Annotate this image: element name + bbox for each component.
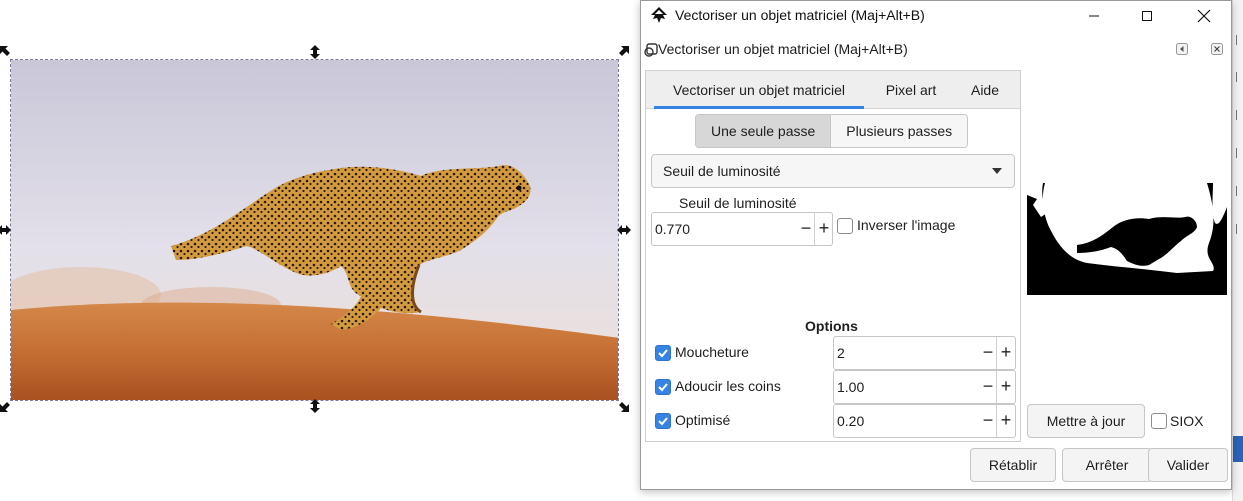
document-canvas[interactable]: [0, 0, 640, 501]
speckles-label: Moucheture: [675, 344, 749, 360]
threshold-decrement-button[interactable]: −: [798, 213, 814, 245]
resize-handle-bottom-left[interactable]: [0, 401, 11, 413]
close-button[interactable]: [1181, 1, 1227, 31]
speckles-checkbox[interactable]: [655, 345, 671, 361]
tab-vectorize[interactable]: Vectoriser un objet matriciel: [654, 71, 864, 109]
inkscape-icon: [649, 6, 669, 26]
tab-help[interactable]: Aide: [960, 71, 1010, 109]
optimize-decrement-button[interactable]: −: [980, 405, 996, 437]
window-title: Vectoriser un objet matriciel (Maj+Alt+B…: [675, 7, 925, 23]
smooth-corners-value[interactable]: 1.00: [837, 371, 864, 403]
speckles-spinbox[interactable]: 2 − +: [833, 336, 1016, 370]
title-bar[interactable]: Vectoriser un objet matriciel (Maj+Alt+B…: [641, 1, 1231, 31]
detection-mode-dropdown[interactable]: Seuil de luminosité: [651, 154, 1015, 188]
multiple-passes-button[interactable]: Plusieurs passes: [831, 115, 968, 147]
trace-preview: [1027, 183, 1227, 295]
mode-switch: Une seule passe Plusieurs passes: [695, 114, 969, 148]
panel-title: Vectoriser un objet matriciel (Maj+Alt+B…: [658, 41, 908, 57]
smooth-corners-checkbox[interactable]: [655, 379, 671, 395]
invert-image-label: Inverser l'image: [857, 217, 956, 233]
trace-settings-panel: Vectoriser un objet matriciel Pixel art …: [645, 70, 1021, 442]
resize-handle-top[interactable]: [309, 45, 321, 59]
smooth-corners-increment-button[interactable]: +: [998, 371, 1014, 403]
background-window-edge: [1232, 0, 1243, 501]
smooth-corners-spinbox[interactable]: 1.00 − +: [833, 370, 1016, 404]
apply-button[interactable]: Valider: [1148, 448, 1228, 482]
threshold-label: Seuil de luminosité: [679, 195, 797, 211]
tab-bar: Vectoriser un objet matriciel Pixel art …: [646, 71, 1020, 109]
maximize-button[interactable]: [1124, 1, 1170, 31]
resize-handle-bottom-right[interactable]: [618, 401, 630, 413]
optimize-checkbox[interactable]: [655, 413, 671, 429]
speckles-increment-button[interactable]: +: [998, 337, 1014, 369]
chevron-down-icon: [992, 168, 1002, 174]
reset-button[interactable]: Rétablir: [970, 448, 1056, 482]
check-icon: [658, 417, 668, 426]
invert-image-checkbox[interactable]: [837, 218, 853, 234]
resize-handle-top-right[interactable]: [618, 45, 630, 57]
stop-button[interactable]: Arrêter: [1062, 448, 1152, 482]
smooth-corners-label: Adoucir les coins: [675, 378, 781, 394]
optimize-label: Optimisé: [675, 412, 731, 428]
resize-handle-top-left[interactable]: [0, 45, 11, 57]
minimize-button[interactable]: [1071, 1, 1117, 31]
smooth-corners-decrement-button[interactable]: −: [980, 371, 996, 403]
optimize-spinbox[interactable]: 0.20 − +: [833, 404, 1016, 438]
tab-pixel-art[interactable]: Pixel art: [875, 71, 947, 109]
update-preview-button[interactable]: Mettre à jour: [1027, 404, 1145, 438]
check-icon: [658, 383, 668, 392]
dock-panel-header: Vectoriser un objet matriciel (Maj+Alt+B…: [641, 35, 1231, 63]
panel-close-icon[interactable]: [1211, 42, 1223, 55]
cheetah-image[interactable]: [10, 59, 619, 401]
trace-bitmap-icon: [643, 41, 659, 57]
check-icon: [658, 349, 668, 358]
optimize-increment-button[interactable]: +: [998, 405, 1014, 437]
siox-label: SIOX: [1170, 413, 1204, 429]
options-heading: Options: [805, 318, 858, 334]
panel-detach-icon[interactable]: [1176, 42, 1188, 55]
resize-handle-left[interactable]: [0, 224, 11, 236]
speckles-decrement-button[interactable]: −: [980, 337, 996, 369]
detection-mode-value: Seuil de luminosité: [663, 163, 781, 179]
resize-handle-bottom[interactable]: [309, 399, 321, 413]
threshold-increment-button[interactable]: +: [816, 213, 832, 245]
speckles-value[interactable]: 2: [837, 337, 845, 369]
trace-bitmap-window: Vectoriser un objet matriciel (Maj+Alt+B…: [640, 0, 1232, 490]
threshold-spinbox[interactable]: 0.770 − +: [651, 212, 833, 246]
resize-handle-right[interactable]: [617, 224, 631, 236]
single-pass-button[interactable]: Une seule passe: [696, 115, 832, 147]
optimize-value[interactable]: 0.20: [837, 405, 864, 437]
siox-checkbox[interactable]: [1151, 413, 1167, 429]
threshold-value[interactable]: 0.770: [655, 213, 690, 245]
